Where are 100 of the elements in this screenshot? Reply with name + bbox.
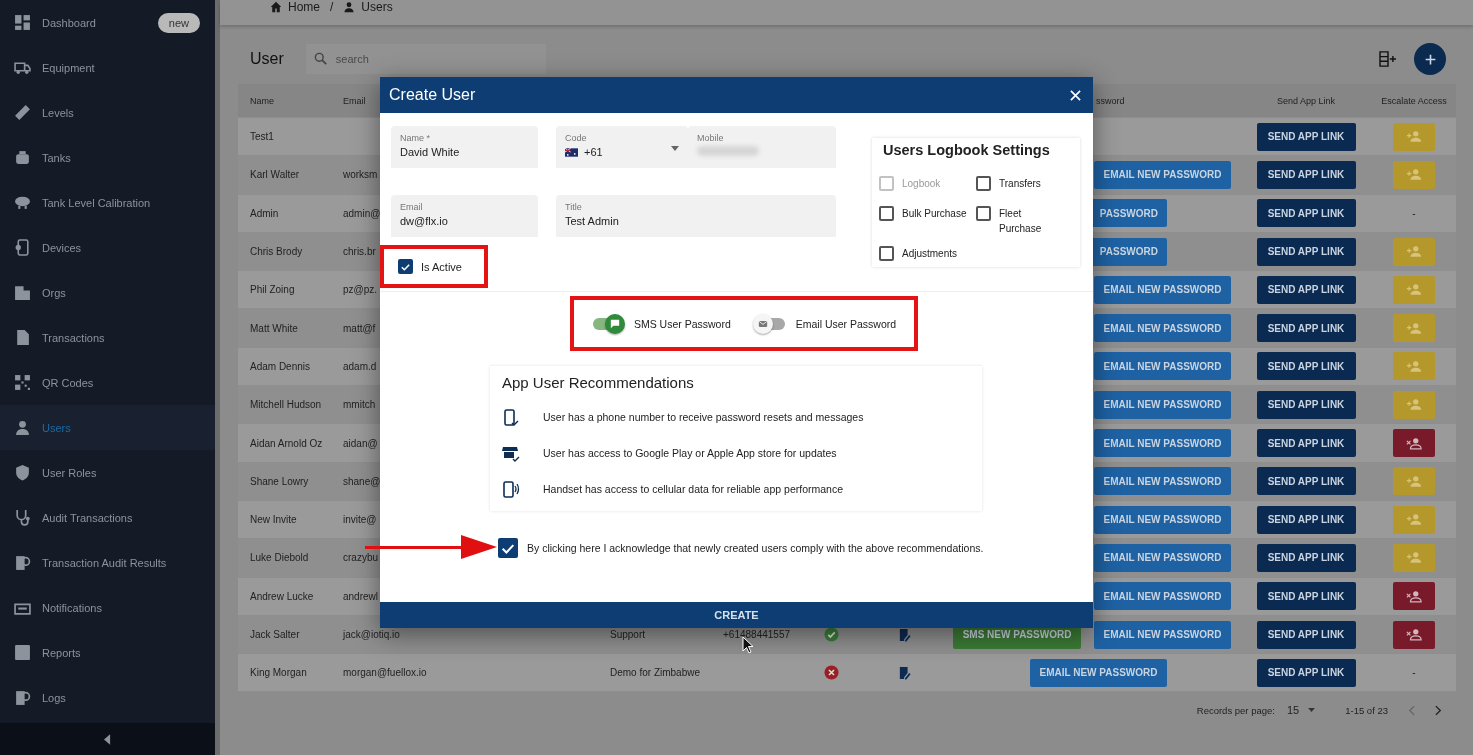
sidebar-item[interactable]: Reports bbox=[0, 630, 215, 675]
input-field[interactable]: Title Test Admin bbox=[556, 195, 836, 237]
caret-icon[interactable] bbox=[104, 733, 111, 745]
caret-icon bbox=[1308, 708, 1316, 713]
table-cell: - bbox=[1412, 207, 1416, 219]
checkbox[interactable] bbox=[498, 538, 518, 558]
reset-password-button[interactable]: EMAIL NEW PASSWORD bbox=[1094, 429, 1231, 457]
chat-bubble-icon bbox=[609, 318, 620, 329]
reset-password-button[interactable]: EMAIL NEW PASSWORD bbox=[1094, 467, 1231, 496]
envelope-icon bbox=[757, 318, 768, 329]
send-app-link-button[interactable]: SEND APP LINK bbox=[1256, 122, 1356, 151]
breadcrumb-separator: / bbox=[330, 0, 334, 14]
sidebar-item[interactable]: Tanks bbox=[0, 135, 215, 180]
checkbox[interactable] bbox=[976, 206, 991, 221]
sidebar-item[interactable]: Transaction Audit Results bbox=[0, 540, 215, 585]
records-per-page-select[interactable]: 15 bbox=[1286, 704, 1316, 717]
reset-password-button[interactable]: EMAIL NEW PASSWORD bbox=[1030, 658, 1167, 687]
sidebar-item[interactable]: Notifications bbox=[0, 585, 215, 630]
reset-password-button[interactable]: EMAIL NEW PASSWORD bbox=[1094, 352, 1231, 381]
table-cell: - bbox=[1412, 667, 1416, 679]
add-column-icon[interactable] bbox=[1379, 51, 1397, 67]
sidebar-item[interactable]: Logs bbox=[0, 675, 215, 720]
send-app-link-button[interactable]: SEND APP LINK bbox=[1256, 429, 1356, 457]
sidebar-item[interactable]: Tank Level Calibration bbox=[0, 180, 215, 225]
tank-icon bbox=[14, 194, 31, 211]
reset-password-button[interactable]: EMAIL NEW PASSWORD bbox=[1094, 390, 1231, 419]
table-cell-text: Mitchell Hudson bbox=[249, 399, 322, 411]
reset-password-button[interactable]: EMAIL NEW PASSWORD bbox=[1094, 314, 1231, 343]
close-icon[interactable] bbox=[1070, 89, 1081, 101]
next-page-icon[interactable] bbox=[1435, 704, 1442, 716]
send-app-link-button[interactable]: SEND APP LINK bbox=[1256, 658, 1356, 687]
sidebar-item[interactable]: Audit Transactions bbox=[0, 495, 215, 540]
input-field[interactable]: Code +61 bbox=[556, 126, 688, 168]
search-field[interactable]: search bbox=[305, 44, 546, 74]
send-app-link-button[interactable]: SEND APP LINK bbox=[1256, 314, 1356, 343]
checkbox[interactable] bbox=[976, 176, 991, 191]
reset-password-button[interactable]: EMAIL NEW PASSWORD bbox=[1094, 275, 1231, 304]
send-app-link-button[interactable]: SEND APP LINK bbox=[1256, 467, 1356, 496]
table-cell-text: matt@f bbox=[342, 322, 376, 334]
send-app-link-button[interactable]: SEND APP LINK bbox=[1256, 582, 1356, 611]
table-cell-text: Jack Salter bbox=[249, 629, 300, 640]
table-cell-text: Andrew Lucke bbox=[249, 590, 314, 602]
table-cell-text: admin@ bbox=[342, 207, 381, 219]
column-header: Name bbox=[249, 95, 275, 106]
send-app-link-button[interactable]: SEND APP LINK bbox=[1256, 543, 1356, 572]
table-cell-text: morgan@fuellox.io bbox=[342, 667, 427, 679]
revoke-access-button[interactable] bbox=[1393, 582, 1435, 611]
revoke-access-button[interactable] bbox=[1393, 620, 1435, 649]
reset-password-button[interactable]: EMAIL NEW PASSWORD bbox=[1094, 543, 1231, 572]
store-check-icon bbox=[502, 444, 520, 462]
send-app-link-button[interactable]: SEND APP LINK bbox=[1256, 352, 1356, 381]
add-user-icon bbox=[1406, 283, 1422, 297]
person-icon bbox=[343, 1, 356, 13]
breadcrumb-current: Users bbox=[361, 0, 393, 14]
toggle-switch[interactable] bbox=[752, 312, 787, 335]
reset-password-button[interactable]: EMAIL NEW PASSWORD bbox=[1094, 620, 1231, 649]
sidebar-item[interactable]: Devices bbox=[0, 225, 215, 270]
send-app-link-button[interactable]: SEND APP LINK bbox=[1256, 620, 1356, 649]
checkbox-label: Is Active bbox=[421, 260, 462, 273]
reset-password-button[interactable]: EMAIL NEW PASSWORD bbox=[1094, 582, 1231, 611]
checkbox-label: Logbook bbox=[902, 177, 941, 191]
sidebar-item[interactable]: Equipment bbox=[0, 45, 215, 90]
send-app-link-button[interactable]: SEND APP LINK bbox=[1256, 275, 1356, 304]
table-cell-text: chris.br bbox=[342, 246, 376, 258]
reset-password-button[interactable]: EMAIL NEW PASSWORD bbox=[1094, 505, 1231, 534]
input-field[interactable]: Name * David White bbox=[391, 126, 538, 168]
input-field[interactable]: Mobile bbox=[688, 126, 836, 168]
send-app-link-button[interactable]: SEND APP LINK bbox=[1256, 160, 1356, 189]
sidebar-item[interactable]: Dashboard new bbox=[0, 0, 215, 45]
send-app-link-button[interactable]: SEND APP LINK bbox=[1256, 199, 1356, 228]
sidebar-item[interactable]: QR Codes bbox=[0, 360, 215, 405]
revoke-access-button[interactable] bbox=[1393, 429, 1435, 457]
recommendation-text: User has a phone number to receive password resets and messages bbox=[543, 411, 864, 423]
table-cell-text: Test1 bbox=[249, 131, 274, 143]
logbook-edit-icon[interactable] bbox=[899, 627, 911, 642]
input-field[interactable]: Email dw@flx.io bbox=[391, 195, 538, 237]
create-button[interactable]: CREATE bbox=[380, 602, 1093, 628]
breadcrumb-link[interactable]: Home bbox=[288, 0, 320, 14]
send-app-link-button[interactable]: SEND APP LINK bbox=[1256, 505, 1356, 534]
table-cell-text: Karl Walter bbox=[249, 169, 300, 181]
add-user-icon bbox=[1406, 359, 1422, 373]
logbook-edit-icon[interactable] bbox=[899, 665, 911, 680]
shield-icon bbox=[14, 464, 31, 481]
column-header: Escalate Access bbox=[1380, 95, 1448, 106]
page-title: User bbox=[250, 50, 284, 68]
sidebar-item[interactable]: Levels bbox=[0, 90, 215, 135]
send-app-link-button[interactable]: SEND APP LINK bbox=[1256, 390, 1356, 419]
column-header: Send App Link bbox=[1275, 95, 1337, 106]
caret-icon bbox=[671, 145, 679, 151]
send-app-link-button[interactable]: SEND APP LINK bbox=[1256, 237, 1356, 266]
sidebar-item[interactable]: Orgs bbox=[0, 270, 215, 315]
checkbox[interactable] bbox=[879, 246, 894, 261]
dialog-title: Create User bbox=[389, 86, 476, 104]
checkbox[interactable] bbox=[879, 206, 894, 221]
checkbox[interactable] bbox=[398, 259, 413, 274]
add-button[interactable] bbox=[1414, 43, 1446, 75]
sidebar-item[interactable]: Transactions bbox=[0, 315, 215, 360]
table-cell-text: +61488441557 bbox=[722, 629, 791, 640]
sidebar-item[interactable]: User Roles bbox=[0, 450, 215, 495]
reset-password-button[interactable]: EMAIL NEW PASSWORD bbox=[1094, 160, 1231, 189]
